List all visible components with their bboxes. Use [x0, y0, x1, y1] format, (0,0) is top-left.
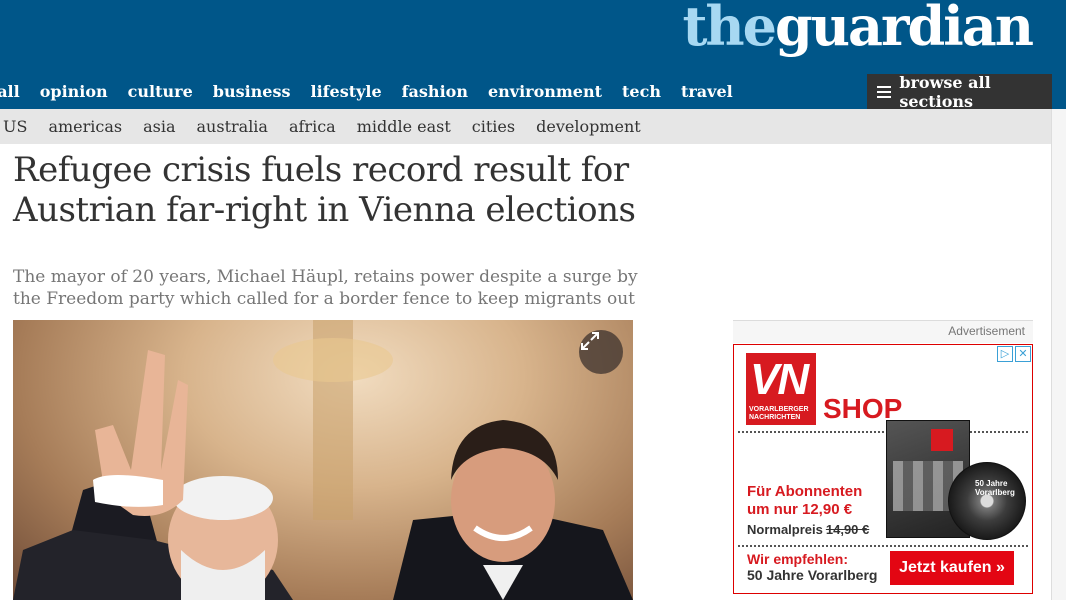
- advertisement-label: Advertisement: [948, 324, 1025, 338]
- page-scrollbar[interactable]: [1051, 109, 1066, 600]
- vn-logo-text: VORARLBERGER NACHRICHTEN: [749, 406, 809, 421]
- advertisement-label-bar: Advertisement: [733, 320, 1033, 343]
- ad-choices[interactable]: ▷ ✕: [997, 346, 1031, 362]
- expand-icon: [581, 332, 599, 350]
- menu-icon: [877, 85, 892, 98]
- recommend-title: 50 Jahre Vorarlberg: [747, 567, 878, 583]
- guardian-logo[interactable]: theguardian: [682, 0, 1034, 59]
- sub-nav: US americas asia australia africa middle…: [0, 109, 1052, 144]
- subnav-item-development[interactable]: development: [536, 117, 641, 136]
- subnav-item-australia[interactable]: australia: [197, 117, 268, 136]
- main-nav: ball opinion culture business lifestyle …: [0, 72, 1066, 111]
- advertisement-banner[interactable]: ▷ ✕ VN VORARLBERGER NACHRICHTEN SHOP 50 …: [733, 344, 1033, 594]
- nav-item-business[interactable]: business: [213, 82, 291, 101]
- normal-price: Normalpreis 14,90 €: [747, 522, 869, 537]
- photo-illustration: [13, 320, 633, 600]
- browse-all-sections-button[interactable]: browse all sections: [867, 72, 1052, 111]
- logo-the: the: [682, 0, 777, 58]
- offer-text: Für Abonnenten um nur 12,90 €: [747, 483, 862, 519]
- subnav-item-americas[interactable]: americas: [48, 117, 122, 136]
- buy-now-button[interactable]: Jetzt kaufen »: [890, 551, 1014, 585]
- logo-guardian: guardian: [775, 0, 1034, 58]
- offer-line-1: Für Abonnenten: [747, 483, 863, 500]
- divider: [738, 545, 1028, 547]
- article-standfirst: The mayor of 20 years, Michael Häupl, re…: [13, 267, 638, 309]
- dvd-text: 50 Jahre Vorarlberg: [975, 479, 1015, 497]
- browse-label: browse all sections: [899, 72, 991, 111]
- nav-item-culture[interactable]: culture: [128, 82, 193, 101]
- subnav-item-cities[interactable]: cities: [472, 117, 515, 136]
- close-icon[interactable]: ✕: [1015, 346, 1031, 362]
- nav-item-tech[interactable]: tech: [622, 82, 661, 101]
- nav-item-lifestyle[interactable]: lifestyle: [311, 82, 382, 101]
- offer-line-2: um nur 12,90 €: [747, 501, 853, 518]
- article-main-photo[interactable]: [13, 320, 633, 600]
- dvd-image: 50 Jahre Vorarlberg: [948, 462, 1026, 540]
- recommend-label: Wir empfehlen:: [747, 551, 848, 567]
- subnav-item-africa[interactable]: africa: [289, 117, 336, 136]
- nav-item-football[interactable]: ball: [0, 82, 20, 101]
- vn-logo-letters: VN: [750, 355, 809, 404]
- normal-price-label: Normalpreis: [747, 522, 823, 537]
- subnav-item-middle-east[interactable]: middle east: [357, 117, 451, 136]
- article-headline: Refugee crisis fuels record result for A…: [13, 150, 636, 230]
- info-icon[interactable]: ▷: [997, 346, 1013, 362]
- recommendation: Wir empfehlen: 50 Jahre Vorarlberg: [747, 551, 877, 583]
- masthead: theguardian: [0, 0, 1066, 74]
- nav-item-environment[interactable]: environment: [488, 82, 602, 101]
- divider: [738, 431, 1028, 433]
- normal-price-value: 14,90 €: [825, 522, 870, 537]
- subnav-item-us[interactable]: US: [3, 117, 27, 136]
- expand-image-button[interactable]: [579, 330, 623, 374]
- nav-item-travel[interactable]: travel: [681, 82, 733, 101]
- nav-item-fashion[interactable]: fashion: [402, 82, 468, 101]
- subnav-item-asia[interactable]: asia: [143, 117, 175, 136]
- nav-item-opinion[interactable]: opinion: [40, 82, 108, 101]
- vn-logo: VN VORARLBERGER NACHRICHTEN: [746, 353, 816, 425]
